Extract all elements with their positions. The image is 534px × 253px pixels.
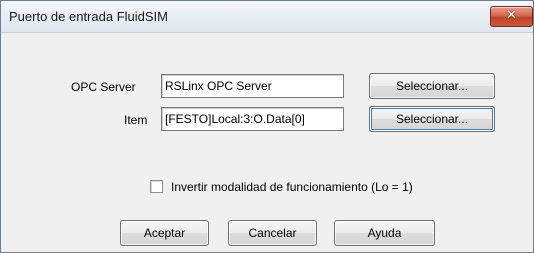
dialog-window: Puerto de entrada FluidSIM ✕ OPC Server … <box>0 0 534 253</box>
opc-server-label: OPC Server <box>71 80 136 94</box>
select-server-button[interactable]: Seleccionar... <box>369 73 495 99</box>
cancel-button[interactable]: Cancelar <box>228 220 317 246</box>
title-bar[interactable]: Puerto de entrada FluidSIM ✕ <box>1 1 533 33</box>
invert-mode-label[interactable]: Invertir modalidad de funcionamiento (Lo… <box>171 180 413 194</box>
select-item-button[interactable]: Seleccionar... <box>369 106 495 132</box>
opc-server-input[interactable] <box>162 75 343 97</box>
item-label: Item <box>124 113 148 127</box>
help-button[interactable]: Ayuda <box>334 220 435 246</box>
close-icon: ✕ <box>506 8 517 23</box>
item-input[interactable] <box>162 108 343 130</box>
dialog-body: OPC Server Seleccionar... Item Seleccion… <box>9 34 527 246</box>
opc-server-field[interactable] <box>161 74 344 98</box>
item-field[interactable] <box>161 107 344 131</box>
close-button[interactable]: ✕ <box>490 6 533 27</box>
window-title: Puerto de entrada FluidSIM <box>9 9 168 24</box>
invert-mode-checkbox[interactable] <box>150 180 163 193</box>
accept-button[interactable]: Aceptar <box>120 220 209 246</box>
